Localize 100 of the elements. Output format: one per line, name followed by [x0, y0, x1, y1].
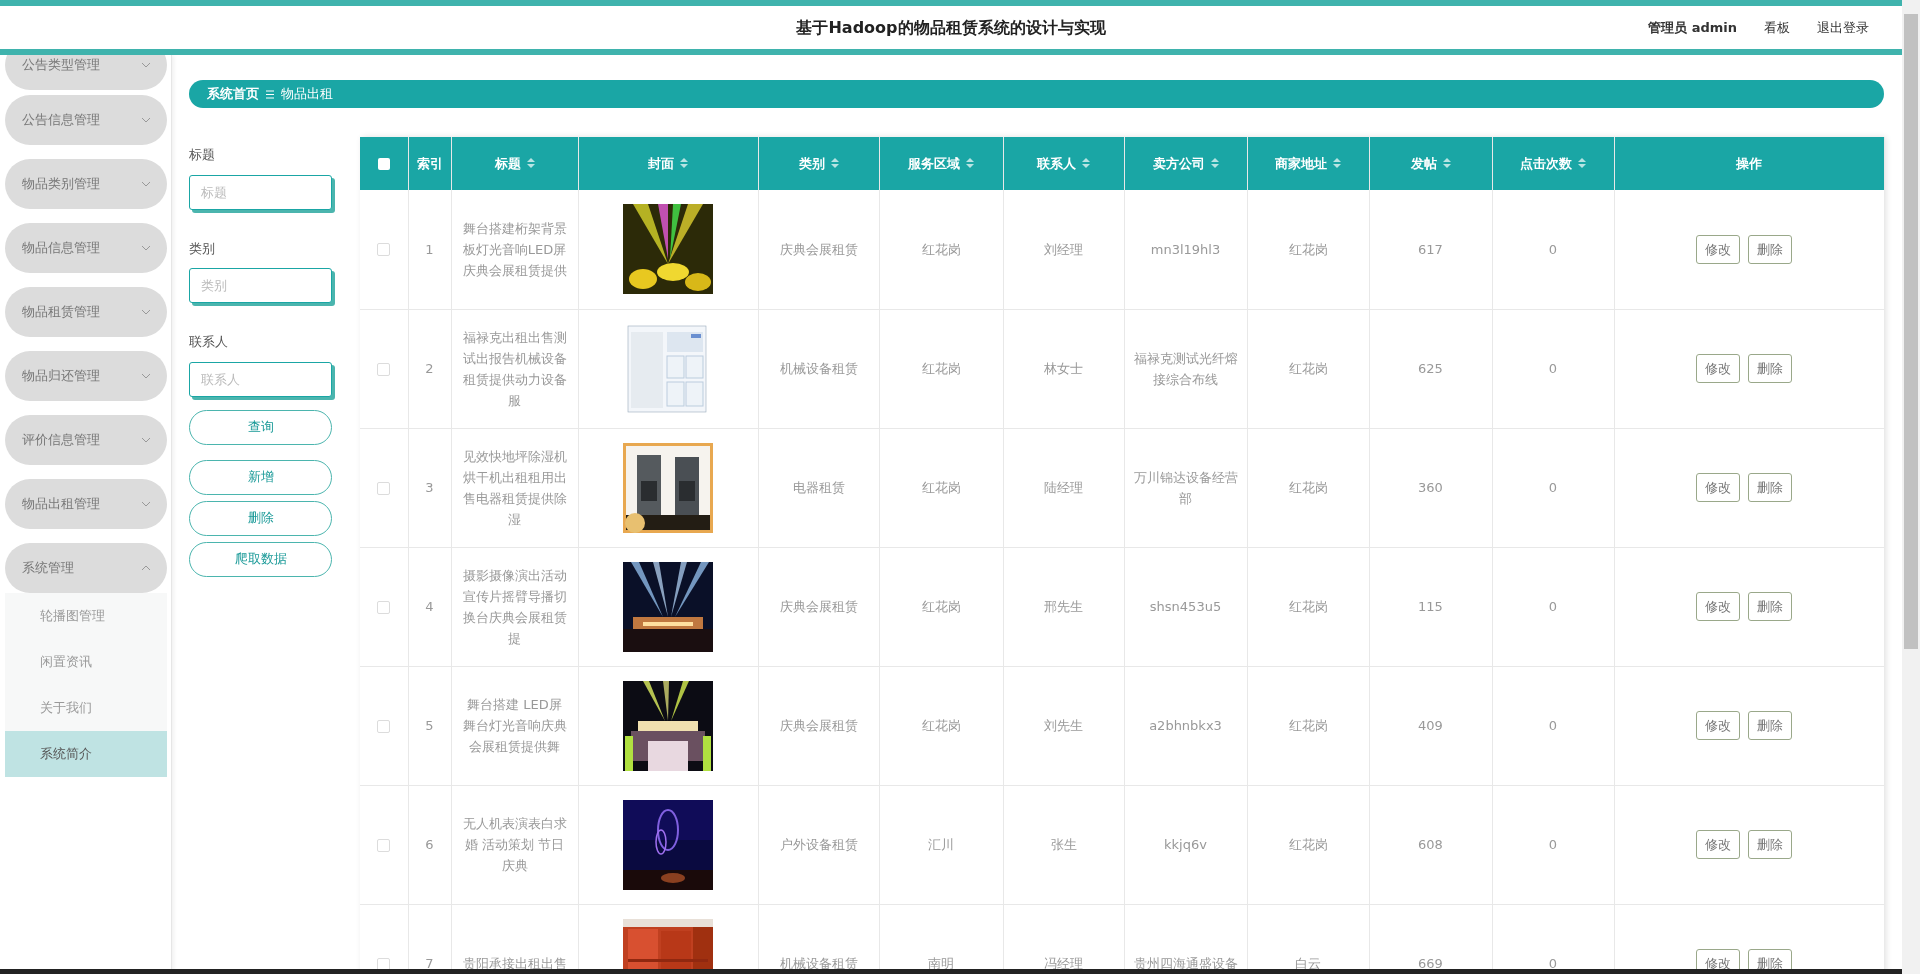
- sort-icon[interactable]: [966, 156, 974, 169]
- row-action-button[interactable]: 删除: [1748, 592, 1793, 621]
- row-checkbox[interactable]: [377, 600, 391, 614]
- table-cell: 福禄克测试光纤熔接综合布线: [1124, 309, 1247, 428]
- table-cell: 红花岗: [879, 428, 1003, 547]
- menu-item[interactable]: 评价信息管理: [5, 415, 167, 465]
- row-checkbox[interactable]: [377, 719, 391, 733]
- table-cell: 6: [408, 785, 451, 904]
- table-cell: 红花岗: [1247, 785, 1369, 904]
- column-header[interactable]: 发帖: [1369, 137, 1492, 190]
- row-action-button[interactable]: 删除: [1748, 234, 1793, 264]
- submenu-item[interactable]: 关于我们: [5, 685, 167, 731]
- row-action-button[interactable]: 修改: [1696, 830, 1741, 859]
- row-action-button[interactable]: 修改: [1696, 592, 1741, 621]
- menu-item[interactable]: 物品出租管理: [5, 479, 167, 529]
- scrollbar-thumb[interactable]: [1904, 14, 1918, 649]
- table-cell: 庆典会展租赁: [758, 666, 879, 785]
- table-cell: 舞台搭建桁架背景板灯光音响LED屏庆典会展租赁提供: [451, 190, 578, 309]
- table-cell: 无人机表演表白求婚 活动策划 节日庆典: [451, 785, 578, 904]
- submenu-item[interactable]: 轮播图管理: [5, 593, 167, 639]
- table-cell: 2: [408, 309, 451, 428]
- column-header[interactable]: 封面: [578, 137, 758, 190]
- table-cell: 0: [1492, 666, 1614, 785]
- sort-icon[interactable]: [830, 156, 839, 169]
- select-all-checkbox[interactable]: [377, 158, 390, 170]
- column-header[interactable]: 点击次数: [1492, 137, 1614, 190]
- menu-item[interactable]: 公告信息管理: [5, 95, 167, 145]
- table-cell: 电器租赁: [758, 428, 879, 547]
- sort-icon[interactable]: [1333, 156, 1341, 169]
- nav-link[interactable]: 退出登录: [1817, 17, 1869, 38]
- table-cell: 0: [1492, 547, 1614, 666]
- table-cell: 福禄克出租出售测试出报告机械设备租赁提供动力设备服: [451, 309, 578, 428]
- action-button[interactable]: 查询: [189, 409, 332, 445]
- table-cell: 万川锦达设备经营部: [1124, 428, 1247, 547]
- table-cell: 115: [1369, 547, 1492, 666]
- menu-item[interactable]: 公告类型管理: [5, 55, 167, 90]
- column-header[interactable]: 商家地址: [1247, 137, 1369, 190]
- table-cell: 红花岗: [1247, 309, 1369, 428]
- sort-icon[interactable]: [680, 156, 688, 169]
- table-cell: 陆经理: [1003, 428, 1124, 547]
- table-cell: 张生: [1003, 785, 1124, 904]
- search-field[interactable]: 标题: [189, 174, 332, 210]
- sort-icon[interactable]: [1210, 156, 1219, 169]
- page-title: 基于Hadoop的物品租赁系统的设计与实现: [796, 16, 1106, 39]
- row-action-button[interactable]: 修改: [1696, 354, 1741, 383]
- table-cell: 红花岗: [1247, 428, 1369, 547]
- table-cell: 林女士: [1003, 309, 1124, 428]
- row-action-button[interactable]: 修改: [1696, 711, 1741, 740]
- table-cell: 1: [408, 190, 451, 309]
- table-cell: 刘经理: [1003, 190, 1124, 309]
- menu-item[interactable]: 系统管理: [5, 543, 167, 593]
- search-field[interactable]: 类别: [189, 268, 332, 303]
- row-action-button[interactable]: 修改: [1696, 473, 1741, 502]
- action-button[interactable]: 新增: [189, 459, 332, 495]
- column-header[interactable]: 联系人: [1003, 137, 1124, 190]
- table-cell: 0: [1492, 785, 1614, 904]
- sort-icon[interactable]: [1442, 156, 1451, 169]
- row-action-button[interactable]: 删除: [1748, 711, 1793, 740]
- table-cell: 4: [408, 547, 451, 666]
- action-button[interactable]: 删除: [189, 500, 332, 536]
- table-cell: mn3l19hl3: [1124, 190, 1247, 309]
- sort-icon[interactable]: [526, 156, 535, 169]
- menu-item[interactable]: 物品类别管理: [5, 159, 167, 209]
- column-header[interactable]: 标题: [451, 137, 578, 190]
- row-action-button[interactable]: 删除: [1748, 830, 1793, 859]
- table-cell: 庆典会展租赁: [758, 547, 879, 666]
- submenu-item[interactable]: 系统简介: [5, 731, 167, 777]
- column-header[interactable]: 类别: [758, 137, 879, 190]
- column-header: 操作: [1614, 137, 1884, 190]
- row-checkbox[interactable]: [377, 481, 391, 495]
- table-cell: 汇川: [879, 785, 1003, 904]
- table-cell: a2bhnbkx3: [1124, 666, 1247, 785]
- submenu-item[interactable]: 闲置资讯: [5, 639, 167, 685]
- row-checkbox[interactable]: [377, 362, 391, 376]
- sort-icon[interactable]: [1578, 156, 1586, 169]
- row-checkbox[interactable]: [377, 243, 391, 257]
- row-checkbox[interactable]: [377, 838, 391, 852]
- sort-icon[interactable]: [1082, 156, 1090, 169]
- field-label: 联系人: [189, 333, 228, 351]
- row-action-button[interactable]: 修改: [1696, 234, 1741, 264]
- column-header: 索引: [408, 137, 451, 190]
- breadcrumb-link[interactable]: 物品出租: [281, 84, 333, 104]
- search-field[interactable]: 联系人: [189, 361, 332, 397]
- column-header[interactable]: 服务区域: [879, 137, 1003, 190]
- table-cell: 舞台搭建 LED屏舞台灯光音响庆典会展租赁提供舞: [451, 666, 578, 785]
- menu-item[interactable]: 物品归还管理: [5, 351, 167, 401]
- table-cell: 5: [408, 666, 451, 785]
- menu-item[interactable]: 物品租赁管理: [5, 287, 167, 337]
- nav-link[interactable]: 看板: [1764, 17, 1790, 38]
- table-cell: 3: [408, 428, 451, 547]
- menu-item[interactable]: 物品信息管理: [5, 223, 167, 273]
- table-cell: 红花岗: [879, 190, 1003, 309]
- row-action-button[interactable]: 删除: [1748, 354, 1793, 383]
- table-cell: 608: [1369, 785, 1492, 904]
- breadcrumb-link[interactable]: 系统首页: [207, 84, 259, 104]
- table-cell: kkjq6v: [1124, 785, 1247, 904]
- action-button[interactable]: 爬取数据: [189, 541, 332, 577]
- row-action-button[interactable]: 删除: [1748, 473, 1793, 502]
- table-cell: 红花岗: [1247, 190, 1369, 309]
- column-header[interactable]: 卖方公司: [1124, 137, 1247, 190]
